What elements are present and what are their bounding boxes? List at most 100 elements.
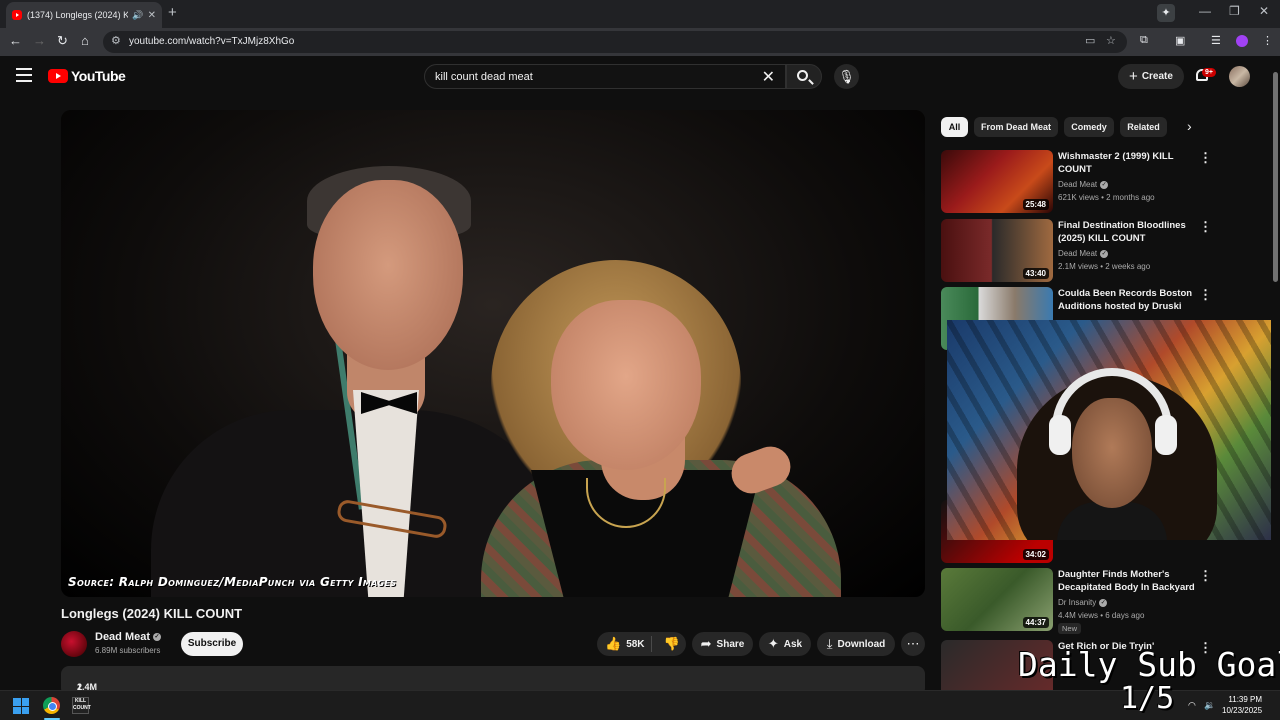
video-duration: 34:02 — [1022, 549, 1049, 560]
browser-tab-strip: (1374) Longlegs (2024) KILL... 🔊 ✕ + ✦ —… — [0, 0, 1280, 28]
recommendation-channel-row[interactable]: Dead Meat ✓ — [1058, 180, 1109, 189]
account-avatar[interactable] — [1229, 66, 1250, 87]
kill-count-app-icon[interactable]: KILL COUNT — [72, 697, 91, 714]
dislike-icon[interactable]: 👎 — [664, 636, 680, 652]
like-icon[interactable]: 👍 — [605, 636, 621, 652]
restore-icon[interactable]: ❐ — [1229, 4, 1240, 18]
recommendation-title[interactable]: Coulda Been Records Boston Auditions hos… — [1058, 287, 1198, 313]
recommendation-item[interactable]: 25:48 Wishmaster 2 (1999) KILL COUNT Dea… — [941, 150, 1261, 214]
create-button[interactable]: + Create — [1118, 64, 1184, 89]
chrome-menu-icon[interactable]: ⋮ — [1262, 34, 1273, 47]
recommendation-channel: Dr Insanity — [1058, 598, 1097, 607]
forward-icon[interactable]: → — [33, 33, 46, 48]
subscribe-button[interactable]: Subscribe — [181, 632, 243, 656]
more-vertical-icon[interactable]: ⋮ — [1199, 287, 1212, 303]
page-scrollbar[interactable] — [1271, 60, 1280, 690]
recommendation-channel-row[interactable]: Dr Insanity ✓ — [1058, 598, 1108, 607]
reload-icon[interactable]: ↻ — [57, 33, 68, 49]
clock-time: 11:39 PM — [1228, 695, 1263, 704]
close-window-icon[interactable]: ✕ — [1259, 4, 1269, 18]
video-player[interactable]: Source: Ralph Dominguez/MediaPunch via G… — [61, 110, 925, 597]
windows-start-icon[interactable] — [13, 698, 29, 714]
volume-icon[interactable]: 🔉 — [1204, 700, 1215, 711]
gemini-icon[interactable]: ✦ — [1157, 4, 1175, 22]
more-actions-button[interactable]: ⋯ — [901, 632, 925, 656]
site-info-icon[interactable]: ⚙ — [111, 34, 121, 47]
recommendation-meta: 2.1M views • 2 weeks ago — [1058, 262, 1151, 271]
address-bar-url: youtube.com/watch?v=TxJMjz8XhGo — [129, 36, 295, 47]
chip-comedy[interactable]: Comedy — [1064, 117, 1114, 137]
youtube-logo[interactable]: YouTube — [48, 68, 126, 84]
download-button[interactable]: ⤓ Download — [817, 632, 895, 656]
hamburger-menu-icon[interactable] — [16, 68, 32, 82]
speaker-icon[interactable]: 🔊 — [132, 10, 143, 21]
like-count[interactable]: 58K — [626, 639, 644, 650]
recommendation-title[interactable]: Daughter Finds Mother's Decapitated Body… — [1058, 568, 1198, 594]
address-bar[interactable]: ⚙ youtube.com/watch?v=TxJMjz8XhGo ▭ ☆ — [103, 31, 1127, 53]
share-button[interactable]: ➦ Share — [692, 632, 753, 656]
browser-tab-title: (1374) Longlegs (2024) KILL... — [27, 10, 129, 20]
sub-goal-label: Daily Sub Goal — [1018, 645, 1280, 684]
home-icon[interactable]: ⌂ — [81, 33, 89, 48]
recommendation-item[interactable]: 43:40 Final Destination Bloodlines (2025… — [941, 219, 1261, 283]
scrollbar-thumb[interactable] — [1273, 72, 1278, 282]
image-source-caption: Source: Ralph Dominguez/MediaPunch via G… — [68, 575, 397, 589]
back-icon[interactable]: ← — [9, 33, 22, 48]
recommendation-meta: 4.4M views • 6 days ago — [1058, 611, 1145, 620]
voice-search-icon[interactable]: 🎙 — [834, 64, 859, 89]
chrome-taskbar-icon[interactable] — [43, 697, 60, 714]
ask-label: Ask — [783, 638, 803, 650]
bookmark-star-icon[interactable]: ☆ — [1106, 34, 1116, 47]
tab-search-icon[interactable]: ▣ — [1175, 34, 1185, 47]
chip-all[interactable]: All — [941, 117, 968, 137]
extensions-icon[interactable]: ⧉ — [1140, 34, 1148, 47]
clear-search-icon[interactable]: ✕ — [762, 67, 775, 87]
chip-related[interactable]: Related — [1120, 117, 1167, 137]
channel-avatar[interactable] — [61, 631, 87, 657]
new-badge: New — [1058, 623, 1082, 634]
chip-from-dead-meat[interactable]: From Dead Meat — [974, 117, 1058, 137]
ask-button[interactable]: ✦ Ask — [759, 632, 811, 656]
cast-icon[interactable]: ▭ — [1085, 34, 1095, 47]
minimize-icon[interactable]: — — [1199, 4, 1211, 18]
search-icon — [797, 70, 808, 81]
recommendation-title[interactable]: Wishmaster 2 (1999) KILL COUNT — [1058, 150, 1198, 176]
download-icon: ⤓ — [826, 636, 833, 651]
browser-tab[interactable]: (1374) Longlegs (2024) KILL... 🔊 ✕ — [6, 2, 162, 28]
clock-date: 10/23/2025 — [1222, 706, 1263, 715]
youtube-favicon-icon — [12, 10, 22, 20]
like-divider — [651, 636, 652, 652]
notification-count-badge: 9+ — [1202, 68, 1216, 77]
wifi-icon[interactable]: ◠ — [1188, 700, 1196, 711]
search-button[interactable] — [786, 64, 822, 89]
recommendation-channel-row[interactable]: Dead Meat ✓ — [1058, 249, 1109, 258]
more-vertical-icon[interactable]: ⋮ — [1199, 150, 1212, 166]
more-horizontal-icon: ⋯ — [906, 636, 920, 651]
create-label: Create — [1141, 71, 1173, 82]
webcam-overlay — [947, 320, 1280, 540]
chevron-right-icon[interactable]: › — [1187, 118, 1192, 134]
search-input[interactable]: kill count dead meat ✕ — [424, 64, 786, 89]
video-duration: 43:40 — [1022, 268, 1049, 279]
recommendation-title[interactable]: Final Destination Bloodlines (2025) KILL… — [1058, 219, 1198, 245]
video-frame — [61, 110, 925, 597]
recommendation-item[interactable]: 44:37 Daughter Finds Mother's Decapitate… — [941, 568, 1261, 634]
more-vertical-icon[interactable]: ⋮ — [1199, 568, 1212, 584]
video-duration: 44:37 — [1022, 617, 1049, 628]
more-vertical-icon[interactable]: ⋮ — [1199, 219, 1212, 235]
close-tab-icon[interactable]: ✕ — [148, 10, 156, 21]
browser-profile-icon[interactable] — [1236, 35, 1248, 47]
channel-name-row[interactable]: Dead Meat ✓ — [95, 631, 162, 643]
verified-icon: ✓ — [1100, 249, 1109, 258]
search-query: kill count dead meat — [435, 71, 533, 83]
new-tab-button[interactable]: + — [168, 4, 177, 21]
windows-taskbar: KILL COUNT ◠ 🔉 11:39 PM 10/23/2025 — [0, 690, 1280, 720]
system-clock[interactable]: 11:39 PM 10/23/2025 — [1222, 694, 1262, 716]
reading-list-icon[interactable]: ☰ — [1211, 34, 1221, 47]
recommendation-channel: Dead Meat — [1058, 180, 1098, 189]
video-thumbnail[interactable]: 25:48 — [941, 150, 1053, 213]
video-thumbnail[interactable]: 43:40 — [941, 219, 1053, 282]
video-title: Longlegs (2024) KILL COUNT — [61, 606, 243, 621]
verified-icon: ✓ — [1099, 598, 1108, 607]
video-thumbnail[interactable]: 44:37 — [941, 568, 1053, 631]
